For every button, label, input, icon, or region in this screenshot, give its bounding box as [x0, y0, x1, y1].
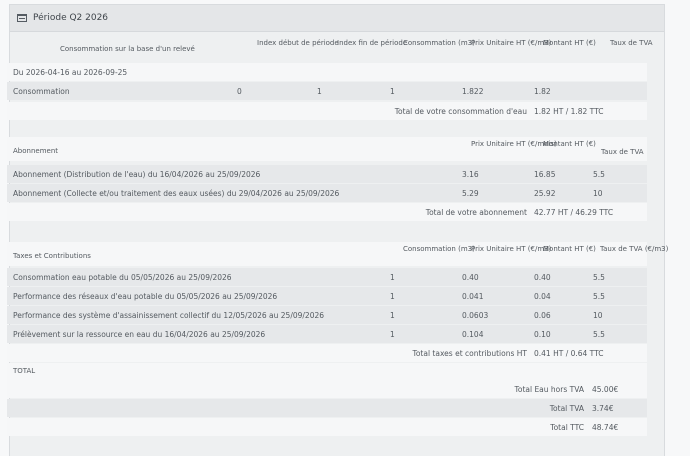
- table-row: Performance des réseaux d'eau potable du…: [7, 287, 647, 305]
- panel-title: Période Q2 2026: [33, 13, 109, 23]
- row-amount: 0.04: [534, 292, 551, 301]
- consumption-period-row: Du 2026-04-16 au 2026-09-25: [7, 63, 647, 81]
- subscription-total-label: Total de votre abonnement: [425, 208, 527, 217]
- summary-row-label: Total TTC: [550, 423, 584, 432]
- header-vat: Taux de TVA (€/m3): [600, 245, 669, 253]
- row-amount: 0.40: [534, 273, 551, 282]
- row-consumption: 1: [390, 292, 395, 301]
- taxes-total-label: Total taxes et contributions HT: [412, 349, 527, 358]
- row-vat: 5.5: [593, 273, 605, 282]
- row-unit-price: 1.822: [462, 87, 484, 96]
- row-unit-price: 3.16: [462, 170, 479, 179]
- header-vat: Taux de TVA: [601, 148, 644, 156]
- summary-row-label: Total TVA: [549, 404, 584, 413]
- header-vat: Taux de TVA: [610, 39, 653, 47]
- header-consumption: Consommation (m3): [403, 39, 475, 47]
- row-label: Performance des réseaux d'eau potable du…: [13, 292, 278, 301]
- row-label: Consommation: [13, 87, 70, 96]
- summary-header-row: TOTAL: [7, 363, 647, 381]
- summary-row: Total Eau hors TVA 45.00€: [7, 380, 647, 398]
- row-index-start: 0: [237, 87, 242, 96]
- table-row: Abonnement (Collecte et/ou traitement de…: [7, 184, 647, 202]
- summary-row: Total TTC 48.74€: [7, 418, 647, 436]
- summary-row: Total TVA 3.74€: [7, 399, 647, 417]
- row-label: Consommation eau potable du 05/05/2026 a…: [13, 273, 232, 282]
- subscription-total-value: 42.77 HT / 46.29 TTC: [534, 208, 614, 217]
- taxes-total-row: Total taxes et contributions HT 0.41 HT …: [7, 344, 647, 362]
- row-unit-price: 0.041: [462, 292, 484, 301]
- table-row: Consommation 0 1 1 1.822 1.82: [7, 82, 647, 100]
- panel-header: Période Q2 2026: [10, 5, 664, 32]
- consumption-total-value: 1.82 HT / 1.82 TTC: [534, 107, 604, 116]
- table-row: Prélèvement sur la ressource en eau du 1…: [7, 325, 647, 343]
- header-amount: Montant HT (€): [543, 245, 596, 253]
- consumption-total-row: Total de votre consommation d'eau 1.82 H…: [7, 102, 647, 120]
- table-row: Abonnement (Distribution de l'eau) du 16…: [7, 165, 647, 183]
- header-consumption: Consommation (m3): [403, 245, 475, 253]
- consumption-period: Du 2026-04-16 au 2026-09-25: [13, 68, 128, 77]
- consumption-header-row: Consommation sur la base d'un relevé Ind…: [7, 36, 653, 60]
- row-consumption: 1: [390, 330, 395, 339]
- row-vat: 5.5: [593, 292, 605, 301]
- row-vat: 10: [593, 189, 603, 198]
- subscription-total-row: Total de votre abonnement 42.77 HT / 46.…: [7, 203, 647, 221]
- summary-row-label: Total Eau hors TVA: [514, 385, 584, 394]
- summary-row-value: 3.74€: [592, 404, 614, 413]
- row-amount: 16.85: [534, 170, 556, 179]
- header-index-start: Index début de période: [257, 39, 339, 47]
- row-label: Abonnement (Distribution de l'eau) du 16…: [13, 170, 261, 179]
- row-label: Prélèvement sur la ressource en eau du 1…: [13, 330, 266, 339]
- summary-row-value: 45.00€: [592, 385, 619, 394]
- row-amount: 0.06: [534, 311, 551, 320]
- row-vat: 10: [593, 311, 603, 320]
- header-unit-price: Prix Unitaire HT (€/m3): [471, 245, 552, 253]
- row-unit-price: 0.40: [462, 273, 479, 282]
- table-row: Consommation eau potable du 05/05/2026 a…: [7, 268, 647, 286]
- header-index-end: Index fin de période: [337, 39, 408, 47]
- subscription-header-row: Abonnement Prix Unitaire HT (€/mois) Mon…: [7, 137, 647, 161]
- row-consumption: 1: [390, 273, 395, 282]
- consumption-header-label: Consommation sur la base d'un relevé: [60, 45, 195, 53]
- taxes-header-row: Taxes et Contributions Consommation (m3)…: [7, 242, 668, 266]
- row-amount: 1.82: [534, 87, 551, 96]
- row-amount: 25.92: [534, 189, 556, 198]
- row-consumption: 1: [390, 87, 395, 96]
- consumption-total-label: Total de votre consommation d'eau: [394, 107, 527, 116]
- subscription-header-label: Abonnement: [13, 147, 59, 155]
- row-vat: 5.5: [593, 330, 605, 339]
- row-amount: 0.10: [534, 330, 551, 339]
- row-vat: 5.5: [593, 170, 605, 179]
- row-index-end: 1: [317, 87, 322, 96]
- row-label: Abonnement (Collecte et/ou traitement de…: [13, 189, 340, 198]
- row-label: Performance des système d'assainissement…: [13, 311, 325, 320]
- calendar-icon: [17, 14, 27, 22]
- header-amount: Montant HT (€): [543, 39, 596, 47]
- taxes-total-value: 0.41 HT / 0.64 TTC: [534, 349, 604, 358]
- row-unit-price: 0.0603: [462, 311, 489, 320]
- header-unit-price: Prix Unitaire HT (€/m3): [471, 39, 552, 47]
- table-row: Performance des système d'assainissement…: [7, 306, 647, 324]
- taxes-header-label: Taxes et Contributions: [13, 252, 91, 260]
- summary-label: TOTAL: [13, 367, 36, 375]
- summary-row-value: 48.74€: [592, 423, 619, 432]
- row-unit-price: 5.29: [462, 189, 479, 198]
- row-consumption: 1: [390, 311, 395, 320]
- row-unit-price: 0.104: [462, 330, 484, 339]
- header-amount: Montant HT (€): [543, 140, 596, 148]
